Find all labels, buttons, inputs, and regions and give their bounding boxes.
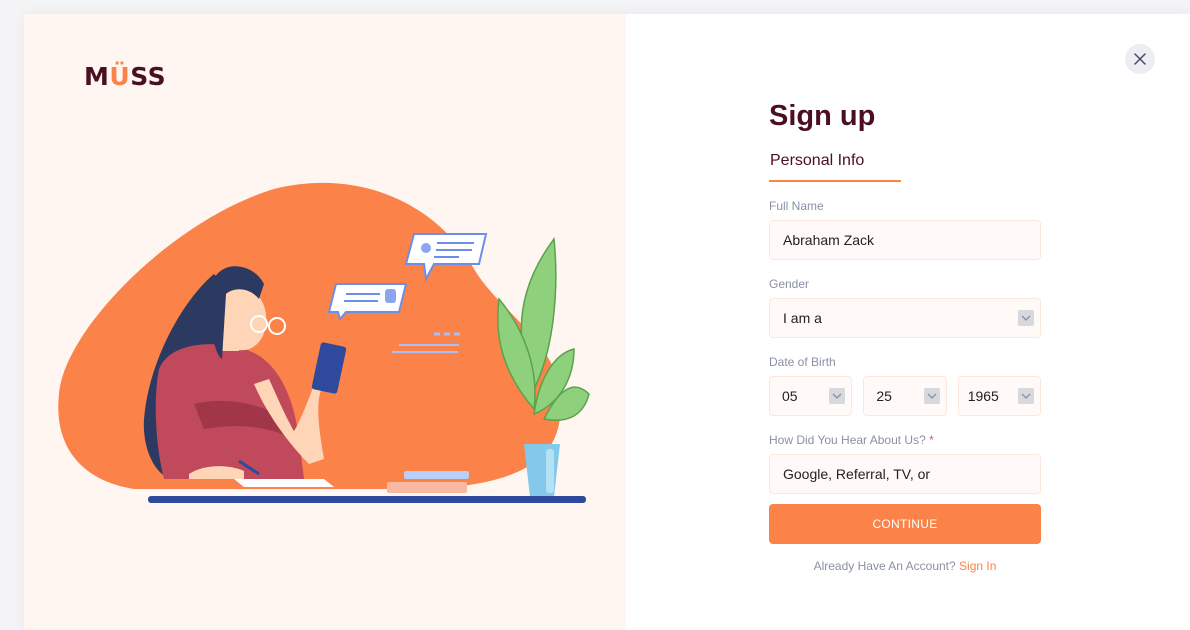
required-mark: * <box>929 433 934 447</box>
full-name-value: Abraham Zack <box>783 232 875 248</box>
muss-logo: MÜSS <box>84 62 167 91</box>
signin-prompt: Already Have An Account? Sign In <box>769 559 1041 573</box>
dob-month-value: 05 <box>782 388 798 404</box>
signup-form: Sign up Personal Info Full Name Abraham … <box>769 98 1041 573</box>
gender-label: Gender <box>769 277 810 291</box>
signup-modal: MÜSS Sign up Personal Info Full Name Abr… <box>24 14 1190 630</box>
dob-selects: 05 25 1965 <box>769 376 1041 416</box>
dob-year-value: 1965 <box>967 388 999 404</box>
tab-personal-info[interactable]: Personal Info <box>769 152 901 182</box>
dob-year-select[interactable]: 1965 <box>957 376 1041 416</box>
gender-value: I am a <box>783 310 822 326</box>
sign-in-link[interactable]: Sign In <box>959 559 996 573</box>
continue-button[interactable]: CONTINUE <box>769 504 1041 544</box>
source-value: Google, Referral, TV, or <box>783 466 931 482</box>
dob-day-select[interactable]: 25 <box>863 376 947 416</box>
source-input[interactable]: Google, Referral, TV, or <box>769 454 1041 494</box>
source-label: How Did You Hear About Us? * <box>769 433 934 447</box>
close-icon <box>1134 53 1146 65</box>
full-name-label: Full Name <box>769 199 824 213</box>
chevron-down-icon <box>829 388 846 404</box>
gender-select[interactable]: I am a <box>769 298 1041 338</box>
dob-month-select[interactable]: 05 <box>769 376 853 416</box>
dob-day-value: 25 <box>876 388 892 404</box>
chevron-down-icon <box>1018 310 1034 326</box>
chevron-down-icon <box>1018 388 1034 404</box>
close-button[interactable] <box>1125 44 1155 74</box>
woman-phone-illustration <box>58 182 590 503</box>
illustration-panel: MÜSS <box>24 14 626 630</box>
account-prompt-text: Already Have An Account? <box>813 559 956 573</box>
chevron-down-icon <box>923 388 940 404</box>
full-name-input[interactable]: Abraham Zack <box>769 220 1041 260</box>
page-title: Sign up <box>769 100 876 132</box>
dob-label: Date of Birth <box>769 355 836 369</box>
